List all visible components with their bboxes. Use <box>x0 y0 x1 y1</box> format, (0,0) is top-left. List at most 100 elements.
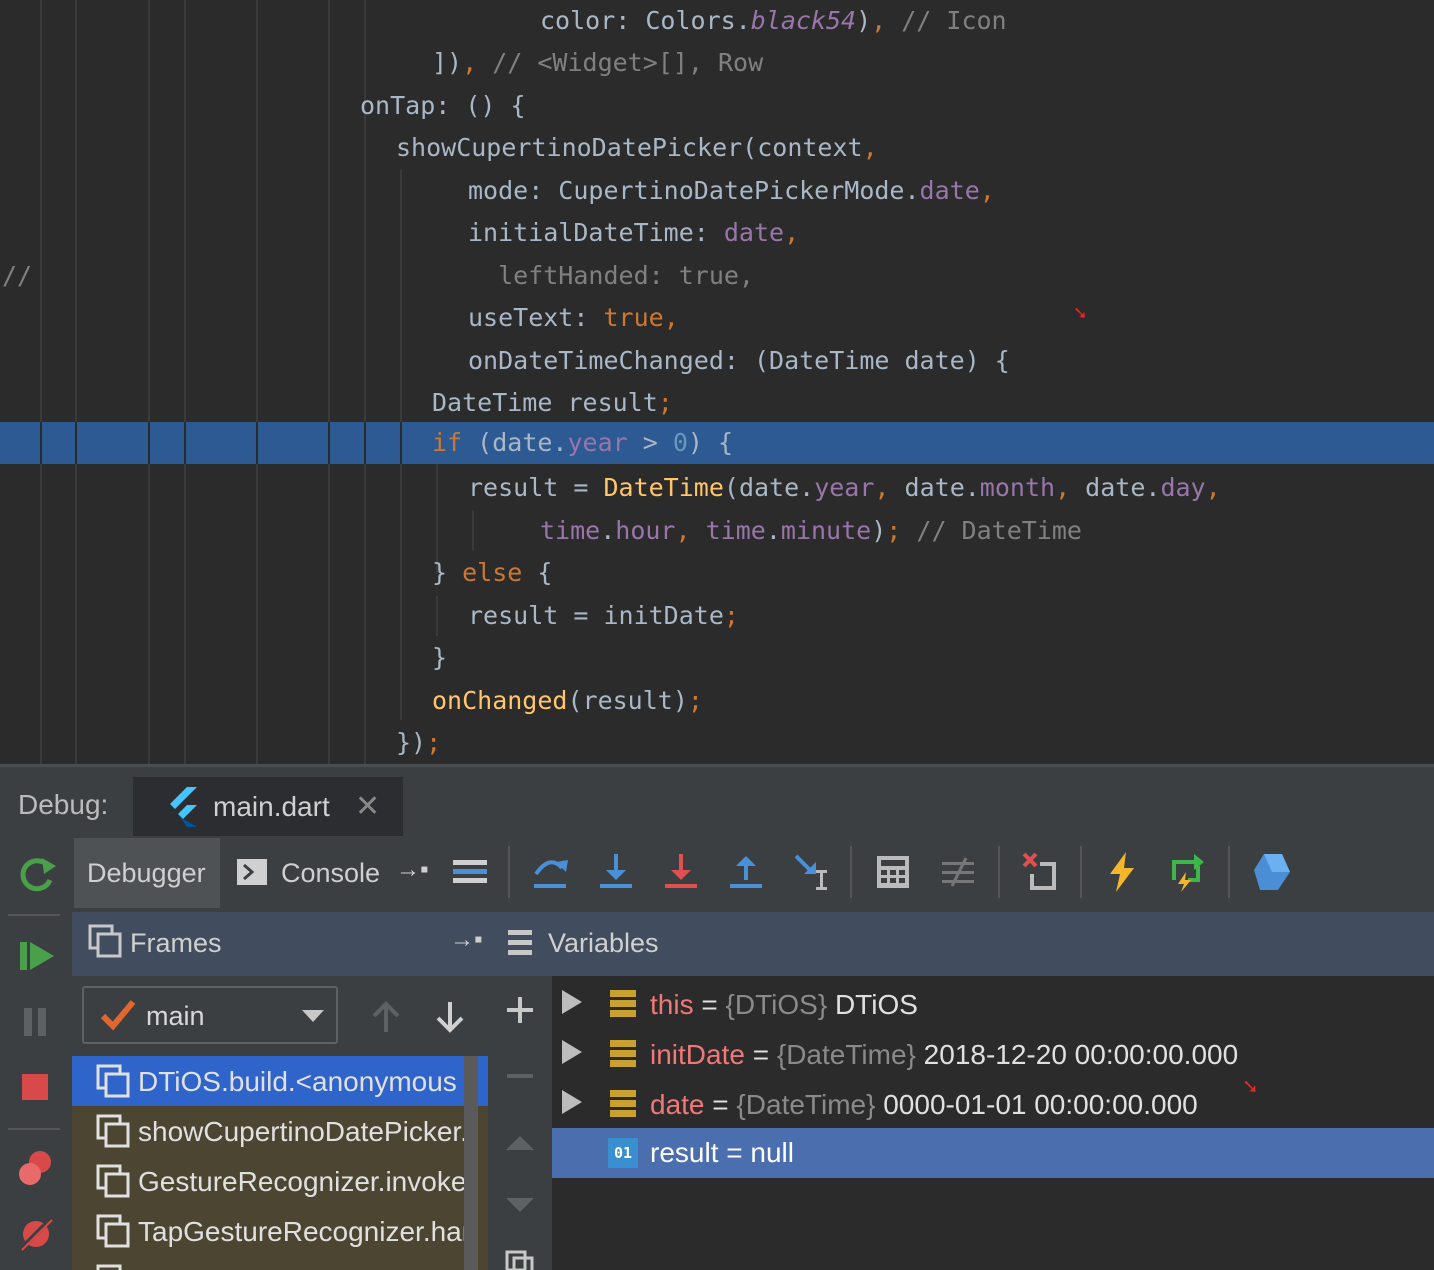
frames-icon <box>88 924 122 958</box>
remove-watch-icon[interactable] <box>504 1060 536 1092</box>
code-line: result = initDate; <box>0 595 1434 637</box>
code-text: if (date.year > 0) { <box>432 428 734 457</box>
resume-icon[interactable] <box>16 936 56 976</box>
toolbar-separator <box>850 846 852 898</box>
code-text: initialDateTime: date, <box>468 218 800 247</box>
move-up-icon[interactable] <box>504 1126 536 1158</box>
hot-restart-icon[interactable] <box>1166 850 1206 894</box>
variable-row-initdate[interactable]: initDate = {DateTime} 2018-12-20 00:00:0… <box>552 1030 1434 1080</box>
close-tab-icon[interactable]: ✕ <box>355 789 380 824</box>
code-line: result = DateTime(date.year, date.month,… <box>0 467 1434 509</box>
indent-guide <box>40 422 42 464</box>
variable-text: this = {DTiOS} DTiOS <box>650 989 918 1020</box>
tab-debugger-label: Debugger <box>87 858 206 888</box>
step-over-icon[interactable] <box>530 850 570 894</box>
mute-breakpoints-icon[interactable] <box>16 1214 56 1254</box>
move-down-icon[interactable] <box>504 1188 536 1220</box>
hot-reload-icon[interactable] <box>1102 850 1142 894</box>
code-text: } <box>432 643 448 672</box>
expand-triangle-icon[interactable] <box>562 990 582 1014</box>
force-step-into-icon[interactable] <box>661 850 701 894</box>
code-line: onDateTimeChanged: (DateTime date) { <box>0 340 1434 382</box>
variable-row-this[interactable]: this = {DTiOS} DTiOS <box>552 980 1434 1030</box>
dart-devtools-icon[interactable] <box>1252 850 1292 894</box>
copy-icon[interactable] <box>504 1248 536 1270</box>
tab-debugger[interactable]: Debugger <box>74 838 220 908</box>
indent-guide <box>256 422 258 464</box>
variables-side-toolbar <box>488 976 552 1270</box>
run-to-cursor-icon[interactable] <box>792 850 832 894</box>
frames-pin-icon[interactable]: →▪ <box>450 926 483 954</box>
step-into-icon[interactable] <box>596 850 636 894</box>
add-watch-icon[interactable] <box>504 994 536 1026</box>
code-line: useText: true, <box>0 297 1434 339</box>
frame-label: showCupertinoDatePicker. <box>138 1116 468 1147</box>
code-line: } <box>0 637 1434 679</box>
code-line: showCupertinoDatePicker(context, <box>0 127 1434 169</box>
frames-scrollbar[interactable] <box>464 1056 478 1270</box>
flutter-icon <box>170 787 197 827</box>
code-text: color: Colors.black54), // Icon <box>540 6 1007 35</box>
code-text: onChanged(result); <box>432 686 703 715</box>
evaluate-expression-icon[interactable] <box>873 850 913 894</box>
code-text: onTap: () { <box>360 91 526 120</box>
code-text: }); <box>396 728 442 757</box>
tab-console-label: Console <box>281 858 381 888</box>
code-text: leftHanded: true, <box>468 261 754 290</box>
strip-separator <box>8 914 60 916</box>
variable-text: date = {DateTime} 0000-01-01 00:00:00.00… <box>650 1089 1198 1120</box>
view-breakpoints-side-icon[interactable] <box>16 1148 56 1188</box>
frame-icon <box>96 1214 130 1248</box>
frame-row[interactable]: DTiOS.build.<anonymous <box>72 1056 488 1106</box>
arrow-up-icon[interactable] <box>370 1000 402 1034</box>
code-line: leftHanded: true, <box>0 255 1434 297</box>
frame-row[interactable] <box>72 1256 488 1270</box>
frames-header: Frames →▪ <box>72 912 488 976</box>
thread-dropdown[interactable]: main <box>82 986 338 1044</box>
frame-label: DTiOS.build.<anonymous <box>138 1066 457 1097</box>
arrow-down-icon[interactable] <box>434 1000 466 1034</box>
debug-label: Debug: <box>18 789 109 820</box>
frames-panel: Frames →▪ main DTiOS.build.<anonymous sh… <box>72 912 488 1270</box>
view-breakpoints-icon[interactable] <box>1020 850 1060 894</box>
variable-text: result = null <box>650 1137 794 1168</box>
debug-session-tab[interactable]: main.dart ✕ <box>133 777 403 839</box>
frame-icon <box>96 1264 122 1270</box>
toolbar-separator <box>1080 846 1082 898</box>
indent-guide <box>400 422 402 464</box>
step-out-icon[interactable] <box>726 850 766 894</box>
rerun-icon[interactable] <box>18 856 58 896</box>
code-line: time.hour, time.minute); // DateTime <box>0 510 1434 552</box>
code-text: ]), // <Widget>[], Row <box>432 48 764 77</box>
toolbar-separator <box>1228 846 1230 898</box>
stop-icon[interactable] <box>16 1068 56 1108</box>
code-editor[interactable]: color: Colors.black54), // Icon ]), // <… <box>0 0 1434 764</box>
chevron-down-icon <box>302 1010 324 1022</box>
variable-row-date[interactable]: date = {DateTime} 0000-01-01 00:00:00.00… <box>552 1076 1434 1130</box>
code-text: result = DateTime(date.year, date.month,… <box>468 473 1221 502</box>
frame-row[interactable]: GestureRecognizer.invoke( <box>72 1156 488 1206</box>
pause-icon[interactable] <box>16 1002 56 1042</box>
code-text: time.hour, time.minute); // DateTime <box>540 516 1082 545</box>
strip-separator <box>8 1128 60 1130</box>
show-execution-point-icon[interactable] <box>450 850 490 894</box>
code-text: useText: true, <box>468 303 679 332</box>
variable-row-result[interactable]: 01 result = null <box>552 1128 1434 1178</box>
frame-row[interactable]: showCupertinoDatePicker. <box>72 1106 488 1156</box>
expand-triangle-icon[interactable] <box>562 1090 582 1114</box>
field-icon <box>610 1090 636 1117</box>
code-line: onTap: () { <box>0 85 1434 127</box>
variable-text: initDate = {DateTime} 2018-12-20 00:00:0… <box>650 1039 1239 1070</box>
expand-triangle-icon[interactable] <box>562 1040 582 1064</box>
frame-row[interactable]: TapGestureRecognizer.han <box>72 1206 488 1256</box>
toolbar-separator <box>508 846 510 898</box>
red-arrow-icon: ➘ <box>1074 300 1087 324</box>
code-line: } else { <box>0 552 1434 594</box>
frame-icon <box>96 1064 130 1098</box>
code-text: DateTime result; <box>432 388 673 417</box>
code-text: } else { <box>432 558 553 587</box>
debug-toolbar: Debugger Console →▪ <box>0 836 1434 914</box>
tab-console[interactable]: Console →▪ <box>222 838 432 908</box>
field-icon <box>610 990 636 1017</box>
pin-icon[interactable]: →▪ <box>396 856 429 884</box>
